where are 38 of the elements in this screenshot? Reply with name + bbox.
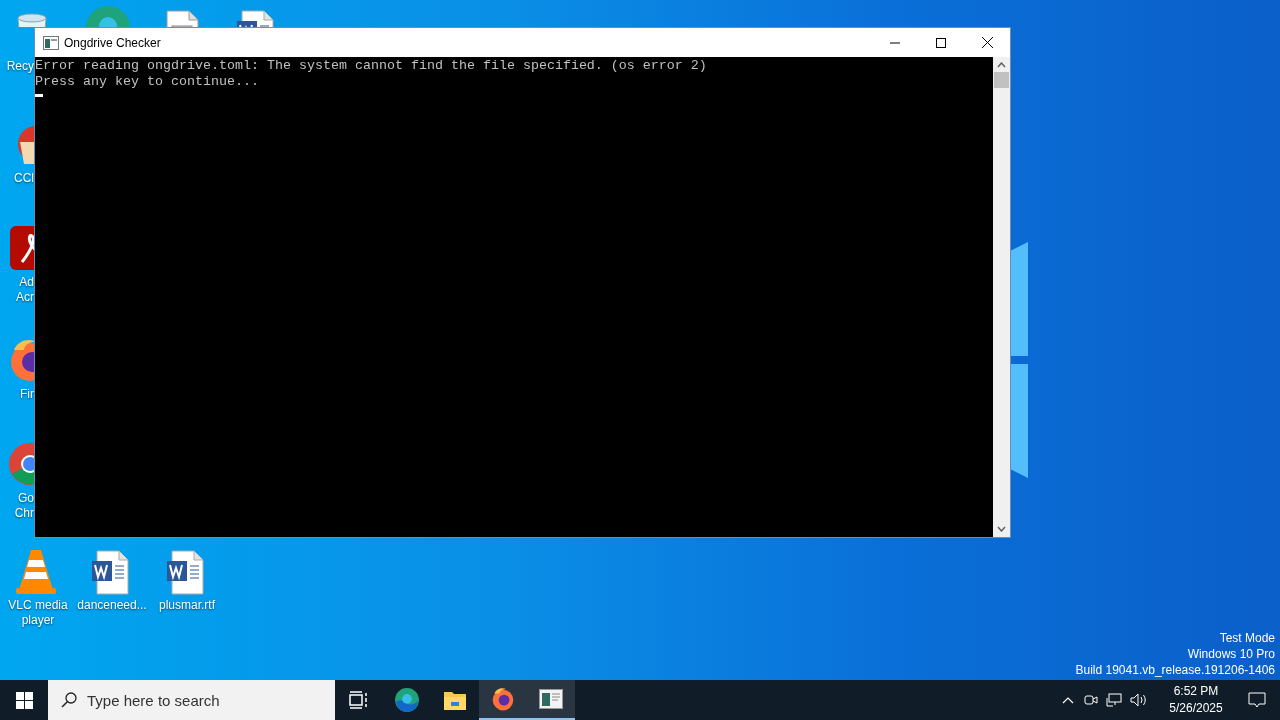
clock[interactable]: 6:52 PM 5/26/2025: [1158, 683, 1234, 717]
console-app-icon: [539, 689, 563, 709]
system-info-text: Windows 10 Pro: [1187, 646, 1275, 662]
icon-label: Fir: [19, 387, 34, 402]
taskbar-app-button[interactable]: [527, 680, 575, 720]
search-field[interactable]: Type here to search: [48, 680, 335, 720]
taskbar-app-button[interactable]: [479, 680, 527, 720]
acrobat-icon[interactable]: [8, 224, 34, 272]
icon-label: CCl: [13, 171, 34, 186]
icon-label: VLC media player: [7, 598, 69, 628]
console-line: Error reading ongdrive.toml: The system cannot find the file specified. (os error 2): [35, 58, 707, 74]
edge-icon: [394, 687, 420, 713]
meet-icon[interactable]: [1084, 692, 1098, 708]
window-title: Ongdrive Checker: [64, 34, 161, 52]
icon-label: danceneed...: [76, 598, 148, 613]
scroll-down-icon[interactable]: [997, 526, 1006, 532]
chevron-up-icon[interactable]: [1062, 696, 1074, 704]
network-icon[interactable]: [1106, 693, 1122, 707]
icon-label: Ad Acr: [15, 275, 34, 305]
console-line: Press any key to continue...: [35, 74, 259, 90]
task-view-icon: [349, 691, 369, 709]
icon-label: Recy: [5, 59, 34, 74]
windows-logo-icon: [15, 691, 33, 709]
icon-label: plusmar.rtf: [158, 598, 216, 613]
folder-icon: [443, 689, 467, 711]
firefox-icon: [490, 686, 516, 712]
console-app-icon: [43, 35, 59, 50]
volume-icon[interactable]: [1130, 693, 1148, 707]
icon-label: Go Chr: [13, 491, 34, 521]
scrollbar-thumb[interactable]: [994, 72, 1009, 88]
system-info-text: Build 19041.vb_release.191206-1406: [1075, 662, 1275, 678]
scrollbar[interactable]: [993, 57, 1010, 537]
maximize-icon: [936, 37, 946, 48]
search-icon: [61, 692, 77, 708]
close-icon: [981, 37, 993, 48]
notification-icon[interactable]: [1248, 691, 1266, 709]
scroll-up-icon[interactable]: [997, 62, 1006, 68]
system-info-text: Test Mode: [1219, 630, 1275, 646]
